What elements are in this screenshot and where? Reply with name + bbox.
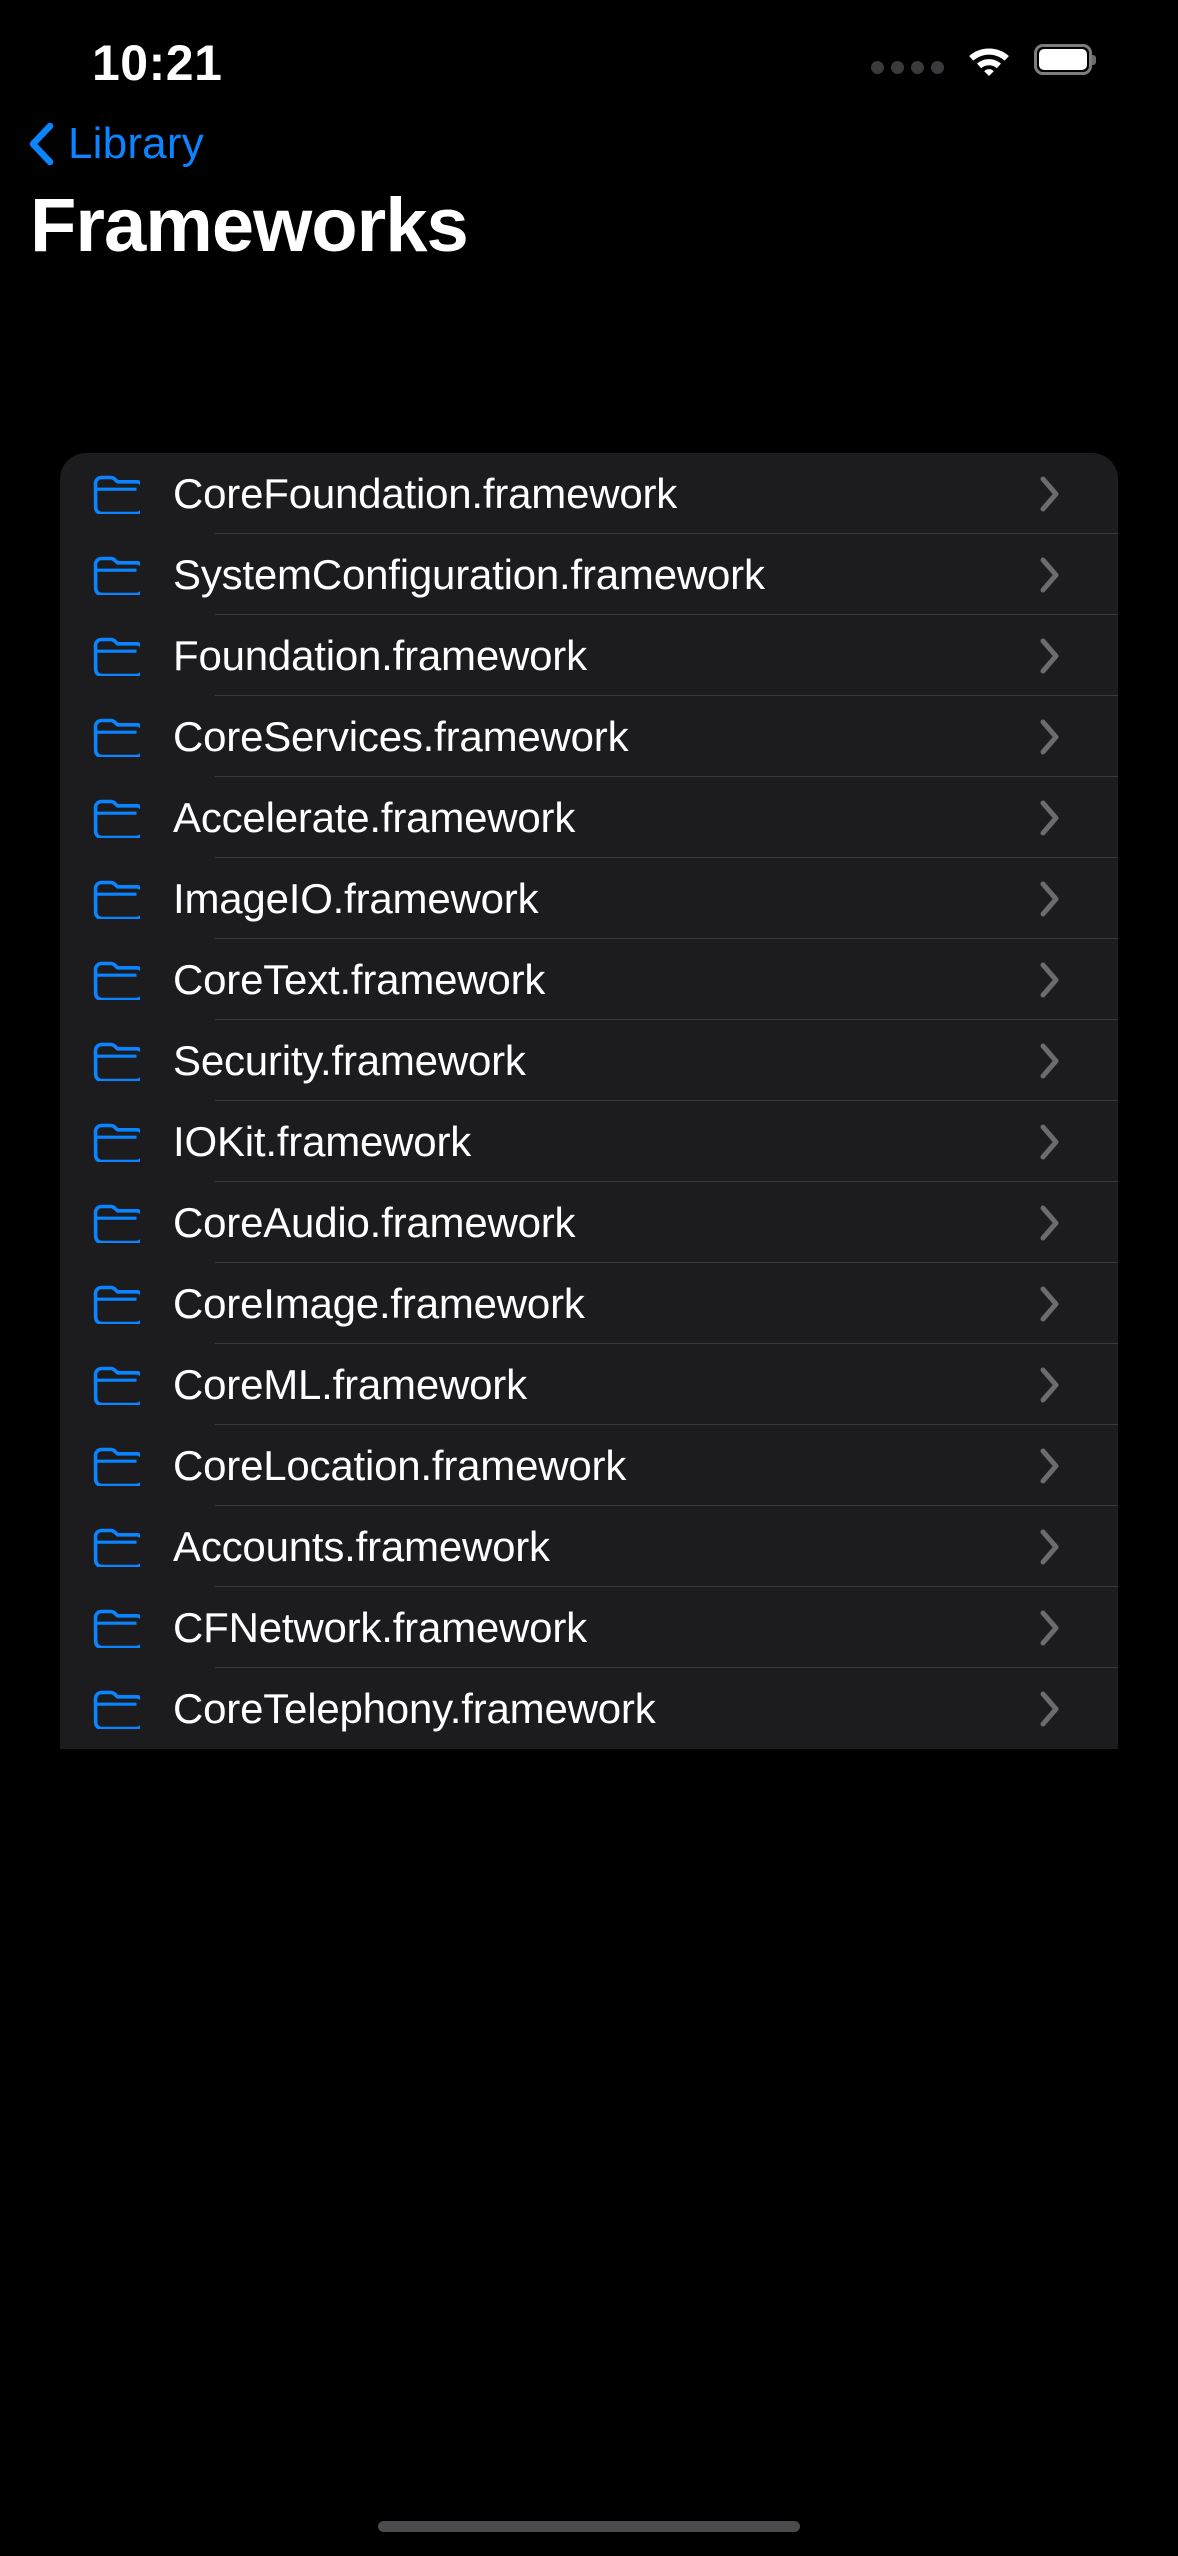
folder-icon bbox=[92, 960, 145, 1001]
chevron-right-icon[interactable] bbox=[1038, 717, 1062, 757]
chevron-right-icon[interactable] bbox=[1038, 879, 1062, 919]
table-row[interactable]: CoreImage.framework bbox=[60, 1263, 1118, 1344]
folder-icon bbox=[92, 717, 145, 758]
back-button-label: Library bbox=[68, 119, 204, 168]
chevron-right-icon[interactable] bbox=[1038, 960, 1062, 1000]
table-row[interactable]: CoreTelephony.framework bbox=[60, 1668, 1118, 1749]
table-row[interactable]: CoreAudio.framework bbox=[60, 1182, 1118, 1263]
home-indicator[interactable] bbox=[378, 2521, 800, 2532]
folder-icon bbox=[92, 1203, 145, 1244]
chevron-right-icon[interactable] bbox=[1038, 1446, 1062, 1486]
folder-icon bbox=[92, 1446, 145, 1487]
table-row[interactable]: IOKit.framework bbox=[60, 1101, 1118, 1182]
table-row[interactable]: CFNetwork.framework bbox=[60, 1587, 1118, 1668]
phone-screen: 10:21 Library Frameworks CoreFoundation.… bbox=[0, 0, 1178, 2556]
table-row[interactable]: SystemConfiguration.framework bbox=[60, 534, 1118, 615]
framework-name: SystemConfiguration.framework bbox=[173, 550, 765, 598]
folder-icon bbox=[92, 1284, 145, 1325]
framework-name: CoreImage.framework bbox=[173, 1279, 585, 1327]
wifi-icon bbox=[966, 42, 1012, 76]
folder-icon bbox=[92, 1527, 145, 1568]
framework-name: CoreServices.framework bbox=[173, 712, 629, 760]
folder-icon bbox=[92, 555, 145, 596]
chevron-right-icon[interactable] bbox=[1038, 555, 1062, 595]
framework-name: CoreTelephony.framework bbox=[173, 1684, 656, 1732]
table-row[interactable]: CoreLocation.framework bbox=[60, 1425, 1118, 1506]
chevron-right-icon[interactable] bbox=[1038, 1122, 1062, 1162]
chevron-right-icon[interactable] bbox=[1038, 798, 1062, 838]
status-bar-indicators bbox=[871, 42, 1096, 76]
folder-icon bbox=[92, 1122, 145, 1163]
navigation-bar: Library bbox=[0, 108, 1178, 180]
status-bar-clock: 10:21 bbox=[92, 35, 223, 91]
folder-icon bbox=[92, 636, 145, 677]
chevron-right-icon[interactable] bbox=[1038, 474, 1062, 514]
folder-icon bbox=[92, 1041, 145, 1082]
chevron-right-icon[interactable] bbox=[1038, 1365, 1062, 1405]
framework-name: IOKit.framework bbox=[173, 1117, 472, 1165]
framework-name: Accelerate.framework bbox=[173, 793, 576, 841]
folder-icon bbox=[92, 1608, 145, 1649]
chevron-right-icon[interactable] bbox=[1038, 636, 1062, 676]
table-row[interactable]: Security.framework bbox=[60, 1020, 1118, 1101]
framework-name: CoreLocation.framework bbox=[173, 1441, 627, 1489]
framework-name: CoreAudio.framework bbox=[173, 1198, 576, 1246]
cellular-dots-icon bbox=[871, 44, 944, 74]
framework-name: CFNetwork.framework bbox=[173, 1603, 587, 1651]
table-row[interactable]: CoreFoundation.framework bbox=[60, 453, 1118, 534]
folder-icon bbox=[92, 1365, 145, 1406]
chevron-right-icon[interactable] bbox=[1038, 1041, 1062, 1081]
chevron-right-icon[interactable] bbox=[1038, 1689, 1062, 1729]
folder-icon bbox=[92, 879, 145, 920]
framework-name: Security.framework bbox=[173, 1036, 526, 1084]
framework-name: CoreText.framework bbox=[173, 955, 546, 1003]
framework-name: Foundation.framework bbox=[173, 631, 587, 679]
folder-icon bbox=[92, 1689, 145, 1730]
back-button[interactable]: Library bbox=[18, 108, 214, 180]
chevron-right-icon[interactable] bbox=[1038, 1608, 1062, 1648]
table-row[interactable]: CoreServices.framework bbox=[60, 696, 1118, 777]
folder-icon bbox=[92, 798, 145, 839]
framework-list: CoreFoundation.framework SystemConfigurat… bbox=[60, 453, 1118, 1749]
status-bar: 10:21 bbox=[0, 0, 1178, 120]
chevron-left-icon bbox=[28, 122, 54, 166]
table-row[interactable]: ImageIO.framework bbox=[60, 858, 1118, 939]
page-title: Frameworks bbox=[30, 183, 469, 268]
table-row[interactable]: Accounts.framework bbox=[60, 1506, 1118, 1587]
framework-name: Accounts.framework bbox=[173, 1522, 550, 1570]
chevron-right-icon[interactable] bbox=[1038, 1284, 1062, 1324]
table-row[interactable]: CoreML.framework bbox=[60, 1344, 1118, 1425]
framework-name: CoreML.framework bbox=[173, 1360, 527, 1408]
chevron-right-icon[interactable] bbox=[1038, 1527, 1062, 1567]
folder-icon bbox=[92, 474, 145, 515]
battery-full-icon bbox=[1034, 43, 1096, 75]
table-row[interactable]: Accelerate.framework bbox=[60, 777, 1118, 858]
table-row[interactable]: CoreText.framework bbox=[60, 939, 1118, 1020]
chevron-right-icon[interactable] bbox=[1038, 1203, 1062, 1243]
framework-name: ImageIO.framework bbox=[173, 874, 539, 922]
framework-name: CoreFoundation.framework bbox=[173, 469, 678, 517]
table-row[interactable]: Foundation.framework bbox=[60, 615, 1118, 696]
